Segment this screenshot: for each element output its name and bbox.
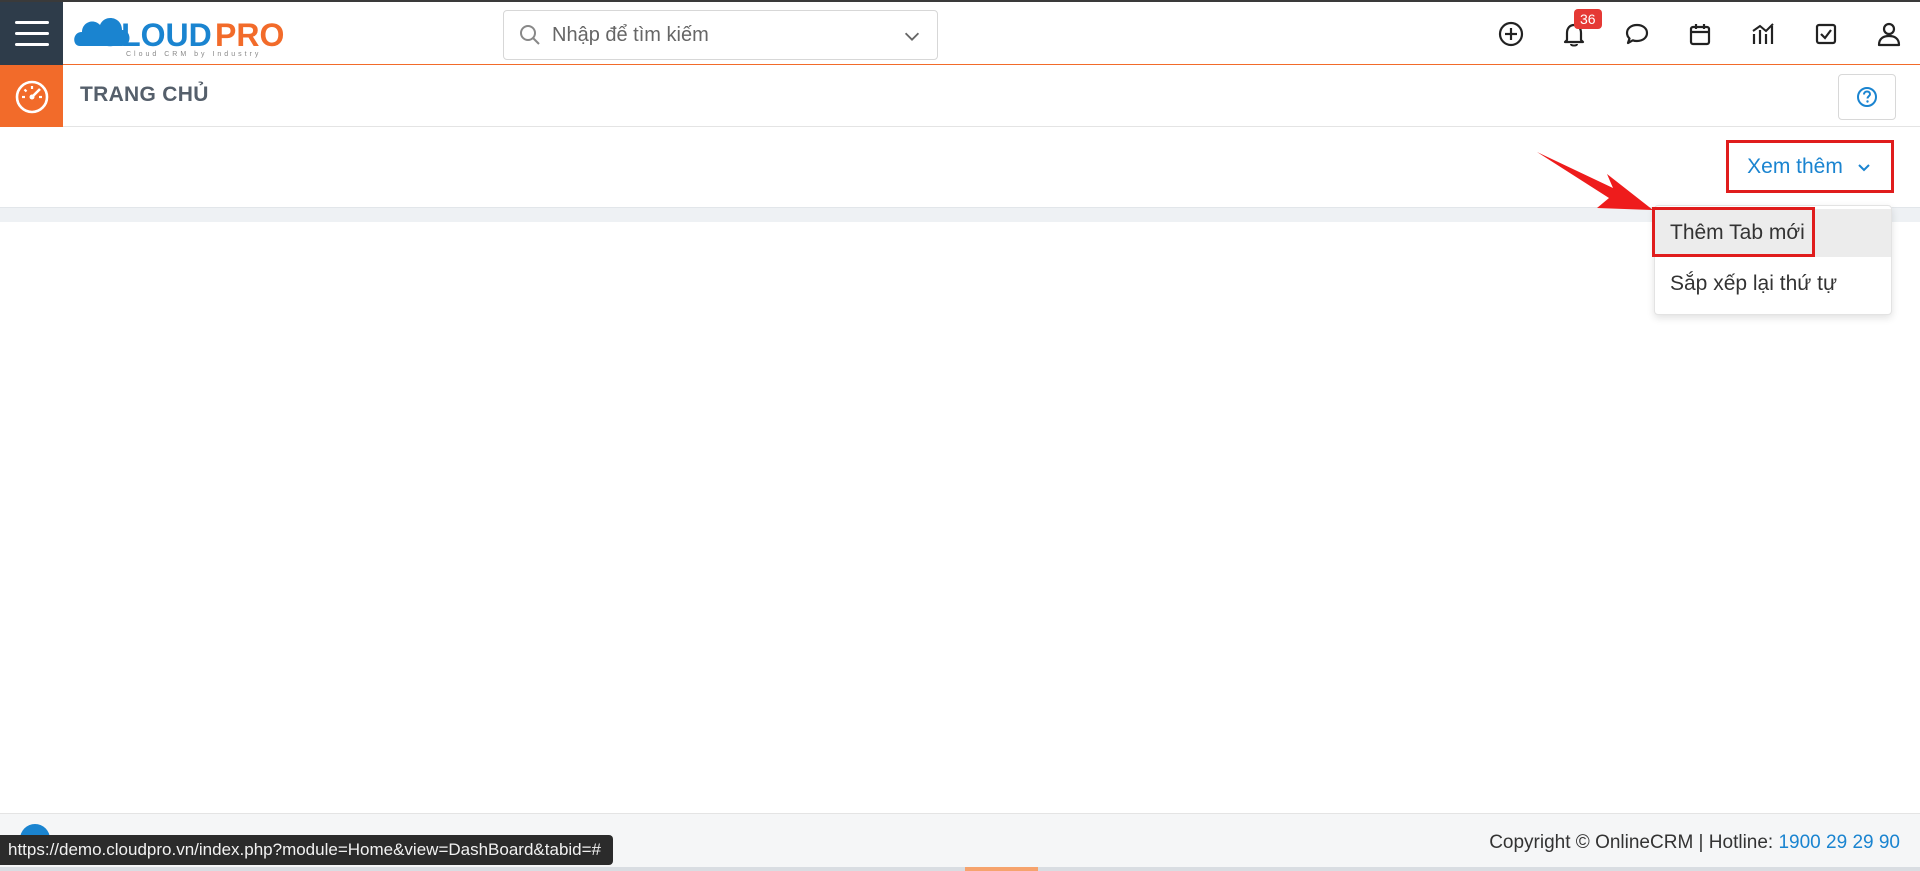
notifications-button[interactable]: 36	[1542, 2, 1605, 65]
top-icon-group: 36	[1479, 2, 1920, 65]
notification-badge: 36	[1574, 9, 1602, 29]
copyright-label: Copyright © OnlineCRM	[1489, 832, 1694, 853]
user-icon	[1877, 22, 1900, 46]
help-icon	[1857, 87, 1877, 107]
svg-text:PRO: PRO	[215, 17, 284, 53]
top-navbar: CLOUD PRO Cloud CRM by Industry 36	[0, 0, 1920, 65]
chevron-down-icon[interactable]	[901, 25, 923, 47]
svg-text:CLOUD: CLOUD	[98, 17, 212, 53]
add-new-tab-item[interactable]: Thêm Tab mới	[1655, 209, 1891, 257]
reorder-tabs-item[interactable]: Sắp xếp lại thứ tự	[1655, 260, 1891, 308]
dashboard-module-icon	[0, 65, 63, 127]
speedometer-icon	[15, 80, 48, 114]
search-icon	[520, 25, 540, 45]
chevron-down-icon	[1858, 163, 1870, 171]
menu-toggle-button[interactable]	[0, 2, 63, 65]
reports-button[interactable]	[1731, 2, 1794, 65]
status-bar-url: https://demo.cloudpro.vn/index.php?modul…	[0, 835, 614, 865]
task-icon	[1815, 23, 1836, 44]
footer-progress-line	[0, 867, 1920, 871]
chat-icon	[1625, 23, 1648, 44]
calendar-icon	[1689, 23, 1710, 45]
annotation-arrow	[1537, 152, 1653, 210]
add-icon	[1498, 21, 1523, 46]
svg-text:Cloud CRM by Industry: Cloud CRM by Industry	[126, 51, 261, 58]
chat-button[interactable]	[1605, 2, 1668, 65]
calendar-button[interactable]	[1668, 2, 1731, 65]
tasks-button[interactable]	[1794, 2, 1857, 65]
more-tabs-button[interactable]: Xem thêm	[1726, 140, 1894, 193]
user-profile-button[interactable]	[1857, 2, 1920, 65]
hotline-link[interactable]: 1900 29 29 90	[1778, 832, 1900, 853]
search-input[interactable]	[552, 23, 882, 47]
hamburger-icon	[14, 21, 49, 24]
page-title: TRANG CHỦ	[80, 83, 209, 106]
help-button[interactable]	[1838, 74, 1896, 120]
cloudpro-logo[interactable]: CLOUD PRO Cloud CRM by Industry	[72, 8, 302, 58]
more-tabs-dropdown: Thêm Tab mới Sắp xếp lại thứ tự	[1654, 205, 1892, 315]
add-button[interactable]	[1479, 2, 1542, 65]
more-tabs-label: Xem thêm	[1747, 154, 1843, 178]
copyright-text: Copyright © OnlineCRM | Hotline: 1900 29…	[1489, 832, 1900, 853]
global-search[interactable]	[503, 10, 938, 60]
hotline-label: Hotline:	[1708, 832, 1774, 853]
module-header: TRANG CHỦ	[0, 65, 1920, 127]
report-icon	[1751, 22, 1774, 44]
